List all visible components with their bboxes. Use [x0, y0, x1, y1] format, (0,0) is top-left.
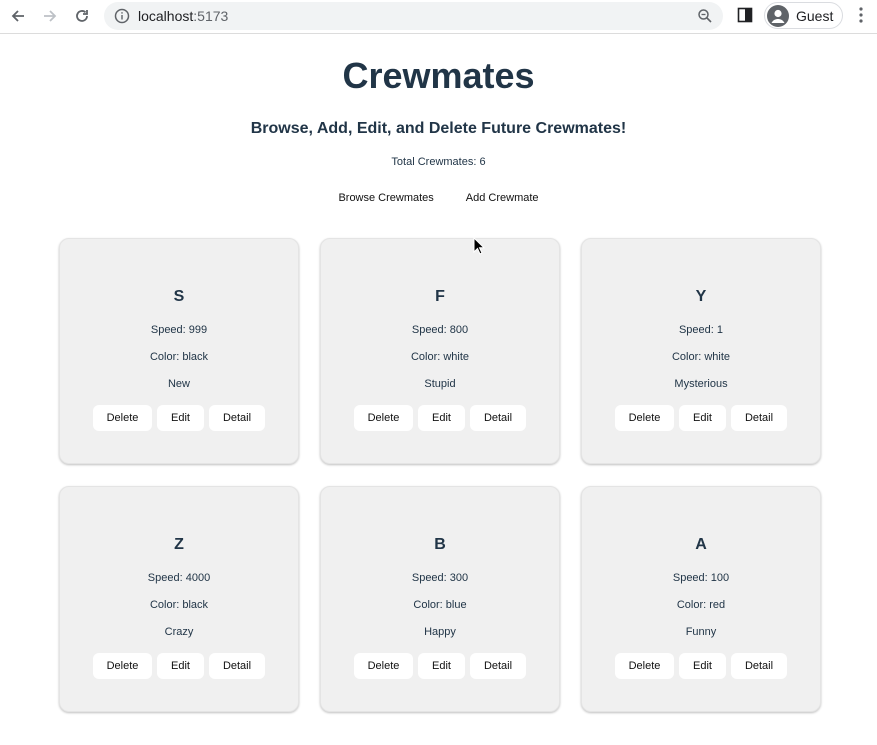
edit-button[interactable]: Edit	[679, 653, 726, 679]
edit-button[interactable]: Edit	[418, 405, 465, 431]
browser-toolbar: localhost:5173 Guest	[0, 0, 877, 34]
crewmate-name: Y	[695, 288, 707, 305]
edit-button[interactable]: Edit	[157, 405, 204, 431]
card-actions: Delete Edit Detail	[321, 653, 559, 679]
detail-button[interactable]: Detail	[731, 653, 787, 679]
crewmate-card: B Speed: 300 Color: blue Happy Delete Ed…	[320, 486, 560, 712]
detail-button[interactable]: Detail	[209, 405, 265, 431]
crewmate-card: F Speed: 800 Color: white Stupid Delete …	[320, 238, 560, 464]
crewmate-card: Z Speed: 4000 Color: black Crazy Delete …	[59, 486, 299, 712]
delete-button[interactable]: Delete	[354, 653, 413, 679]
edit-button[interactable]: Edit	[157, 653, 204, 679]
crewmate-name: B	[434, 536, 446, 553]
crewmate-speed: Speed: 100	[672, 572, 730, 584]
profile-button[interactable]: Guest	[764, 2, 843, 29]
total-crewmates: Total Crewmates: 6	[391, 156, 486, 168]
forward-button[interactable]	[38, 5, 62, 27]
page-title: Crewmates	[342, 55, 535, 96]
avatar-icon	[767, 5, 789, 27]
crewmate-card: A Speed: 100 Color: red Funny Delete Edi…	[581, 486, 821, 712]
crewmate-color: Color: blue	[413, 599, 467, 611]
crewmate-speed: Speed: 800	[411, 324, 469, 336]
crewmate-color: Color: white	[410, 351, 470, 363]
crewmate-color: Color: black	[149, 351, 209, 363]
back-button[interactable]	[6, 5, 30, 27]
crewmate-name: S	[173, 288, 185, 305]
crewmate-speed: Speed: 4000	[147, 572, 211, 584]
add-crewmate-link[interactable]: Add Crewmate	[450, 190, 555, 206]
delete-button[interactable]: Delete	[93, 405, 152, 431]
detail-button[interactable]: Detail	[731, 405, 787, 431]
arrow-right-icon	[44, 10, 57, 22]
arrow-left-icon	[11, 10, 24, 22]
crewmate-speed: Speed: 999	[150, 324, 208, 336]
crewmate-color: Color: white	[671, 351, 731, 363]
profile-label: Guest	[796, 8, 834, 24]
crewmate-speed: Speed: 1	[678, 324, 724, 336]
delete-button[interactable]: Delete	[615, 653, 674, 679]
crewmate-card: S Speed: 999 Color: black New Delete Edi…	[59, 238, 299, 464]
crewmate-name: A	[695, 536, 707, 553]
edit-button[interactable]: Edit	[418, 653, 465, 679]
card-actions: Delete Edit Detail	[582, 405, 820, 431]
card-actions: Delete Edit Detail	[321, 405, 559, 431]
crewmate-name: Z	[174, 536, 184, 553]
menu-icon[interactable]	[853, 6, 869, 24]
card-actions: Delete Edit Detail	[582, 653, 820, 679]
reload-icon	[76, 10, 88, 22]
url-text: localhost:5173	[138, 8, 229, 24]
detail-button[interactable]: Detail	[209, 653, 265, 679]
crewmate-color: Color: black	[149, 599, 209, 611]
delete-button[interactable]: Delete	[615, 405, 674, 431]
delete-button[interactable]: Delete	[93, 653, 152, 679]
card-actions: Delete Edit Detail	[60, 405, 298, 431]
crewmate-category: Crazy	[164, 626, 194, 638]
address-bar[interactable]: localhost:5173	[104, 2, 723, 30]
crewmate-grid: S Speed: 999 Color: black New Delete Edi…	[59, 238, 821, 712]
side-panel-icon[interactable]	[737, 7, 753, 23]
card-actions: Delete Edit Detail	[60, 653, 298, 679]
crewmate-color: Color: red	[676, 599, 726, 611]
crewmate-category: New	[167, 378, 190, 390]
edit-button[interactable]: Edit	[679, 405, 726, 431]
crewmate-category: Mysterious	[674, 378, 728, 390]
zoom-icon[interactable]	[697, 8, 713, 24]
crewmate-category: Stupid	[424, 378, 456, 390]
crewmate-card: Y Speed: 1 Color: white Mysterious Delet…	[581, 238, 821, 464]
crewmate-category: Funny	[685, 626, 717, 638]
delete-button[interactable]: Delete	[354, 405, 413, 431]
browse-crewmates-link[interactable]: Browse Crewmates	[322, 190, 449, 206]
reload-button[interactable]	[70, 5, 94, 27]
mouse-cursor-icon	[473, 237, 485, 255]
crewmate-name: F	[435, 288, 445, 305]
info-icon[interactable]	[114, 8, 130, 24]
crewmate-category: Happy	[424, 626, 456, 638]
main-nav: Browse Crewmates Add Crewmate	[0, 190, 877, 206]
detail-button[interactable]: Detail	[470, 653, 526, 679]
crewmate-speed: Speed: 300	[411, 572, 469, 584]
detail-button[interactable]: Detail	[470, 405, 526, 431]
page-subtitle: Browse, Add, Edit, and Delete Future Cre…	[250, 120, 627, 137]
